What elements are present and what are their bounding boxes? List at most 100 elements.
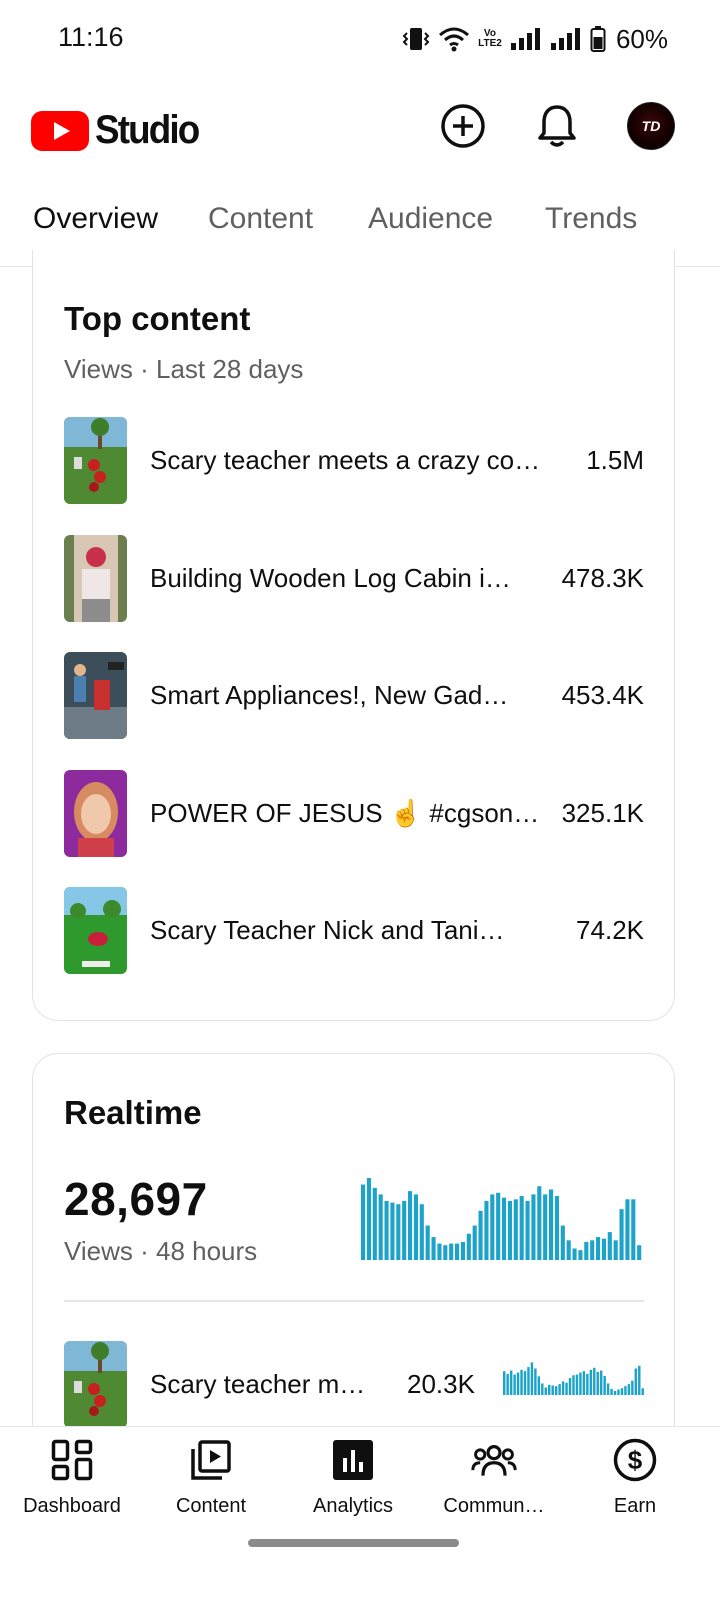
video-title: Building Wooden Log Cabin i… <box>150 563 511 593</box>
notifications-icon <box>538 105 576 147</box>
nav-label: Content <box>175 1495 247 1517</box>
chart-bar <box>378 1194 383 1260</box>
chart-bar <box>617 1389 620 1395</box>
realtime-subtitle: Views · 48 hours <box>64 1236 258 1266</box>
notifications-button[interactable] <box>533 102 581 150</box>
app-header: Studio TD <box>0 88 720 168</box>
home-indicator[interactable] <box>248 1539 459 1547</box>
realtime-mini-chart <box>503 1362 644 1395</box>
chart-bar <box>589 1369 593 1395</box>
list-item[interactable]: Scary teacher meets a crazy co… 1.5M <box>64 417 644 505</box>
chart-bar <box>530 1362 534 1395</box>
video-thumbnail <box>64 535 127 622</box>
chart-bar <box>568 1378 572 1395</box>
chart-bar <box>572 1375 575 1395</box>
chart-bar <box>627 1384 631 1395</box>
tab-content[interactable]: Content <box>208 202 313 236</box>
chart-bar <box>565 1382 568 1395</box>
video-title: POWER OF JESUS ☝️ #cgson… <box>150 798 540 828</box>
chart-bar <box>513 1199 518 1260</box>
create-icon <box>441 104 485 148</box>
list-item[interactable]: POWER OF JESUS ☝️ #cgson… 325.1K <box>64 770 644 858</box>
community-icon <box>471 1437 517 1483</box>
chart-bar <box>516 1372 520 1395</box>
chart-bar <box>361 1184 366 1260</box>
tab-overview[interactable]: Overview <box>33 202 158 236</box>
chart-bar <box>425 1225 430 1260</box>
chart-bar <box>523 1371 527 1395</box>
chart-bar <box>634 1368 638 1395</box>
video-title: Scary teacher m… <box>150 1369 366 1399</box>
create-button[interactable] <box>439 102 487 150</box>
volte-icon: Vo LTE2 <box>478 28 502 49</box>
signal-icon <box>510 27 542 51</box>
realtime-card[interactable]: Realtime 28,697 Views · 48 hours Scary t… <box>32 1053 675 1473</box>
analytics-icon <box>330 1437 376 1483</box>
logo-text: Studio <box>95 108 200 152</box>
status-bar: 11:16 Vo LTE2 60% <box>0 0 720 78</box>
divider <box>64 1300 644 1302</box>
chart-bar <box>596 1237 601 1260</box>
chart-bar <box>402 1200 407 1260</box>
avatar[interactable]: TD <box>627 102 675 150</box>
chart-bar <box>366 1178 371 1260</box>
video-title: Smart Appliances!, New Gad… <box>150 680 509 710</box>
nav-content[interactable]: Content <box>141 1437 281 1518</box>
chart-bar <box>624 1386 627 1395</box>
chart-bar <box>419 1204 424 1260</box>
tab-trends[interactable]: Trends <box>545 202 637 236</box>
chart-bar <box>551 1385 554 1395</box>
video-thumbnail <box>64 1341 127 1428</box>
chart-bar <box>586 1373 589 1395</box>
chart-bar <box>613 1240 618 1260</box>
list-item[interactable]: Smart Appliances!, New Gad… 453.4K <box>64 652 644 740</box>
tab-audience[interactable]: Audience <box>368 202 493 236</box>
nav-label: Earn <box>613 1495 657 1517</box>
nav-earn[interactable]: $ Earn <box>565 1437 705 1518</box>
chart-bar <box>484 1200 489 1260</box>
chart-bar <box>541 1383 544 1395</box>
battery-percent: 60% <box>615 23 668 54</box>
chart-bar <box>582 1371 586 1395</box>
chart-bar <box>509 1370 513 1395</box>
chart-bar <box>638 1365 641 1395</box>
video-views: 478.3K <box>561 563 644 593</box>
top-content-card[interactable]: Top content Views · Last 28 days Scary t… <box>32 250 675 1021</box>
chart-bar <box>548 1384 551 1395</box>
chart-bar <box>490 1194 495 1260</box>
nav-analytics[interactable]: Analytics <box>283 1437 423 1518</box>
chart-bar <box>641 1388 644 1395</box>
chart-bar <box>506 1373 509 1395</box>
chart-bar <box>554 1196 559 1260</box>
chart-bar <box>437 1243 442 1260</box>
chart-bar <box>408 1191 413 1260</box>
chart-bar <box>472 1225 477 1260</box>
status-icons: Vo LTE2 60% <box>402 20 668 58</box>
chart-bar <box>396 1204 401 1260</box>
chart-bar <box>601 1238 606 1260</box>
chart-bar <box>603 1375 606 1395</box>
chart-bar <box>566 1240 571 1260</box>
list-item[interactable]: Building Wooden Log Cabin i… 478.3K <box>64 535 644 623</box>
list-item[interactable]: Scary Teacher Nick and Tani… 74.2K <box>64 887 644 975</box>
chart-bar <box>537 1376 541 1395</box>
chart-bar <box>460 1241 465 1260</box>
card-title: Realtime <box>64 1094 202 1131</box>
chart-bar <box>527 1367 530 1395</box>
chart-bar <box>575 1374 579 1395</box>
signal-icon <box>550 27 582 51</box>
svg-text:$: $ <box>628 1445 643 1475</box>
chart-bar <box>502 1197 507 1260</box>
chart-bar <box>478 1210 483 1260</box>
chart-bar <box>637 1245 642 1260</box>
chart-bar <box>599 1370 603 1395</box>
nav-dashboard[interactable]: Dashboard <box>2 1437 142 1518</box>
nav-community[interactable]: Commun… <box>424 1437 564 1518</box>
video-thumbnail <box>64 652 127 739</box>
chart-bar <box>455 1243 460 1260</box>
bottom-navigation: Dashboard Content Analytics Commun… $ Ea… <box>0 1426 720 1600</box>
chart-bar <box>431 1237 436 1260</box>
list-item[interactable]: Scary teacher m… 20.3K <box>64 1341 644 1428</box>
chart-bar <box>466 1233 471 1260</box>
chart-bar <box>443 1245 448 1260</box>
